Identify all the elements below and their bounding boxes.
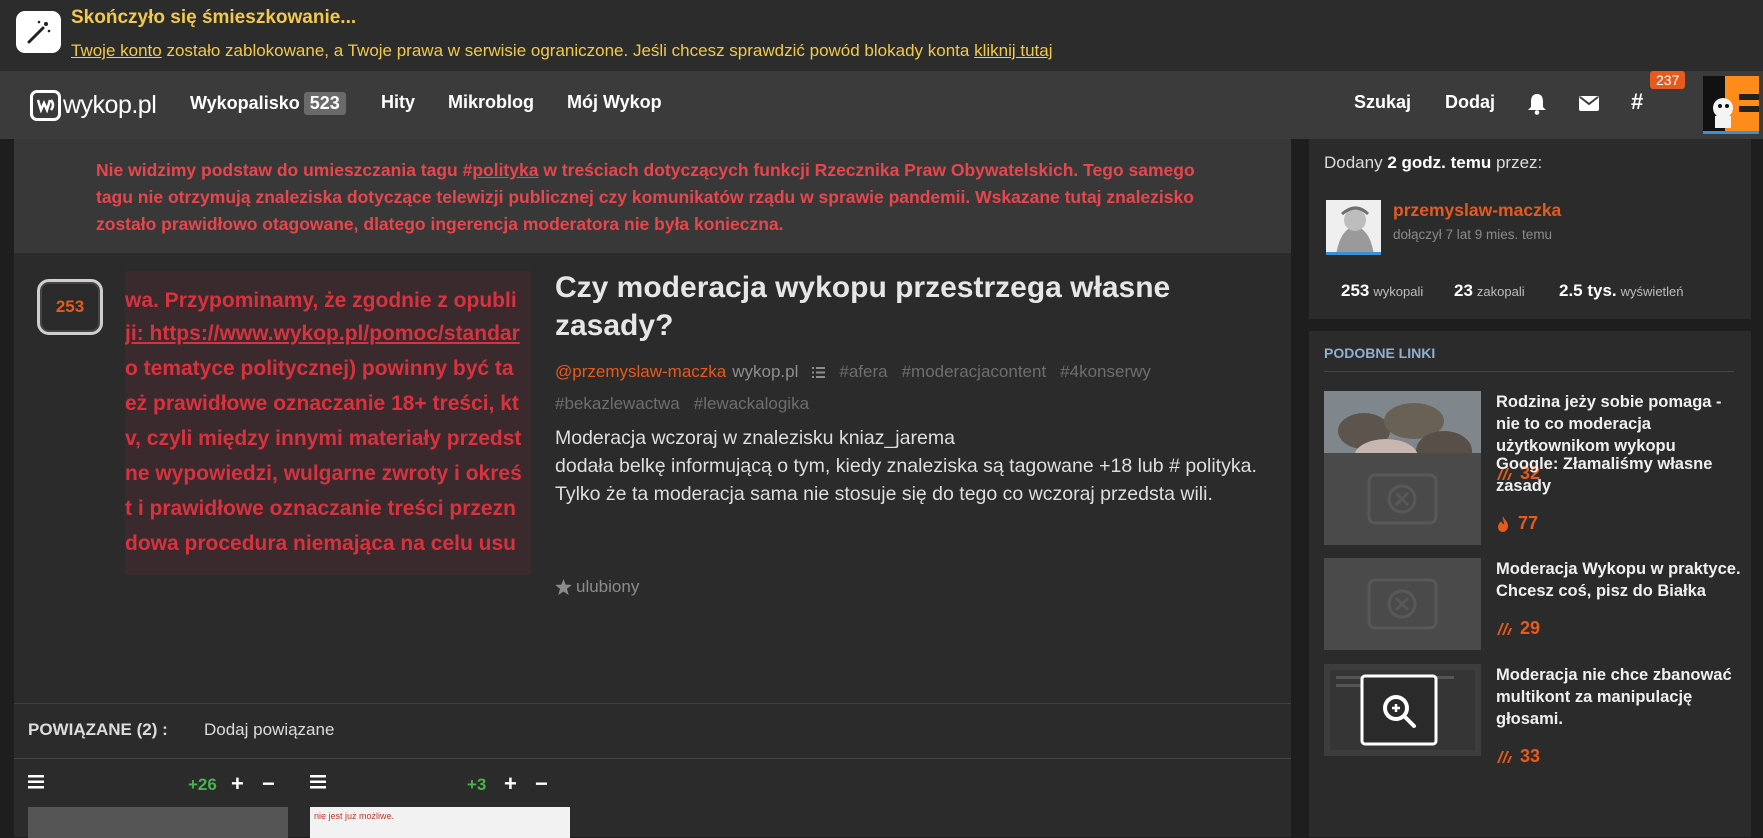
similar-item[interactable]: Moderacja Wykopu w praktyce. Chcesz coś,… [1324,558,1744,668]
article-description: Moderacja wczoraj w znalezisku kniaz_jar… [555,427,1257,505]
author-avatar[interactable] [1326,200,1381,255]
site-logo[interactable]: wykop.pl [30,89,157,121]
bell-icon[interactable] [1527,93,1547,120]
thumbnail-line: o tematyce politycznej) powinny być ta [125,357,514,380]
polityka-tag-link[interactable]: polityka [472,160,538,180]
similar-title[interactable]: Moderacja nie chce zbanować multikont za… [1496,664,1746,730]
nav-moj-wykop[interactable]: Mój Wykop [567,92,662,113]
author-username[interactable]: przemyslaw-maczka [1393,200,1561,221]
stat-zakopali: 23 zakopali [1454,281,1525,300]
nav-wykopalisko[interactable]: Wykopalisko 523 [190,92,346,115]
thumbnail-line: ji: https://www.wykop.pl/pomoc/standar [125,322,520,345]
vote-up-button[interactable]: + [504,771,517,797]
thumbnail-line: eż prawidłowe oznaczanie 18+ treści, kt [125,392,519,415]
wykop-icon [1497,622,1512,635]
add-button[interactable]: Dodaj [1445,92,1495,113]
click-here-link[interactable]: kliknij tutaj [974,41,1052,60]
similar-thumbnail-placeholder[interactable] [1324,558,1481,650]
sidebar-info: Dodany 2 godz. temu przez: przemyslaw-ma… [1309,139,1751,319]
related-header: POWIĄZANE (2) : Dodaj powiązane [14,703,1291,758]
thumbnail-line: wa. Przypominamy, że zgodnie z opubli [125,289,517,312]
tag-link[interactable]: #lewackalogika [694,394,809,413]
thumbnail-line: dowa procedura niemająca na celu usu [125,532,516,555]
related-thumbnail[interactable] [28,807,288,838]
tag-link[interactable]: #afera [839,362,887,381]
author-joined: dołączył 7 lat 9 mies. temu [1393,227,1553,242]
similar-thumbnail-placeholder[interactable] [1324,453,1481,545]
banner-title: Skończyło się śmieszkowanie... [71,7,357,28]
added-info: Dodany 2 godz. temu przez: [1324,153,1543,172]
star-icon [555,579,572,595]
vote-down-button[interactable]: − [262,771,275,797]
logo-text: wykop.pl [63,90,157,119]
similar-title[interactable]: Rodzina jeży sobie pomaga - nie to co mo… [1496,391,1746,457]
magic-wand-icon [16,11,61,53]
related-snippet: nie jest już możliwe. [314,811,395,821]
tag-link[interactable]: #bekazlewactwa [555,394,680,413]
notification-badge-wrapper: 237 [1650,71,1686,89]
vote-up-button[interactable]: + [231,771,244,797]
wykop-icon [1497,750,1512,763]
stat-wykopali: 253 wykopali [1341,281,1424,300]
tag-link[interactable]: #4konserwy [1060,362,1151,381]
thumbnail-line: v, czyli między innymi materiały przedst [125,427,522,450]
similar-heading: PODOBNE LINKI [1324,345,1734,372]
similar-score: 77 [1496,513,1538,534]
similar-score: 29 [1496,618,1540,639]
mail-icon[interactable] [1579,96,1599,116]
domain-link[interactable]: wykop.pl [732,362,798,381]
list-icon[interactable] [812,357,826,388]
similar-thumbnail[interactable] [1324,664,1481,756]
add-related-link[interactable]: Dodaj powiązane [204,720,334,740]
related-thumbnail[interactable]: nie jest już możliwe. [310,807,570,838]
related-title: POWIĄZANE (2) : [28,720,168,739]
account-link[interactable]: Twoje konto [71,41,162,60]
related-score: +3 [467,775,487,794]
nav-mikroblog[interactable]: Mikroblog [448,92,534,113]
similar-title[interactable]: Google: Złamaliśmy własne zasady [1496,453,1746,497]
similar-item[interactable]: Moderacja nie chce zbanować multikont za… [1324,664,1744,774]
nav-hity[interactable]: Hity [381,92,415,113]
article-thumbnail[interactable]: wa. Przypominamy, że zgodnie z opubli ji… [125,271,531,575]
thumbnail-line: t i prawidłowe oznaczanie treści przezn [125,497,516,520]
wykopalisko-count-badge: 523 [303,92,346,115]
user-avatar[interactable] [1703,76,1759,134]
similar-item[interactable]: Google: Złamaliśmy własne zasady 77 [1324,453,1744,563]
related-score: +26 [188,775,217,794]
article-title[interactable]: Czy moderacja wykopu przestrzega własne … [555,269,1255,345]
menu-icon[interactable] [28,775,44,794]
similar-score: 33 [1496,746,1540,767]
hot-icon [1498,515,1508,532]
related-list: +26 + − +3 + − nie jest już możliwe. [14,758,1291,838]
thumbnail-line: ne wypowiedzi, wulgarne zwroty i okreś [125,462,522,485]
stat-views: 2.5 tys. wyświetleń [1559,281,1684,300]
author-link[interactable]: @przemyslaw-maczka [555,362,726,381]
banner-text: Twoje konto zostało zablokowane, a Twoje… [71,41,1053,60]
hashtag-button[interactable]: # [1631,89,1643,115]
ban-banner: Skończyło się śmieszkowanie... Twoje kon… [0,0,1763,71]
logo-icon [30,89,61,121]
moderation-note: Nie widzimy podstaw do umieszczania tagu… [14,139,1291,253]
article-meta: @przemyslaw-maczka wykop.pl #afera #moderac… [555,356,1275,419]
search-button[interactable]: Szukaj [1354,92,1411,113]
vote-box[interactable]: 253 [37,279,103,335]
top-navigation: wykop.pl Wykopalisko 523 Hity Mikroblog M… [0,71,1763,139]
menu-icon[interactable] [310,775,326,794]
favorite-button[interactable]: ulubiony [555,577,639,597]
related-card[interactable]: +3 + − nie jest już możliwe. [296,759,586,838]
vote-down-button[interactable]: − [535,771,548,797]
similar-title[interactable]: Moderacja Wykopu w praktyce. Chcesz coś,… [1496,558,1746,602]
article-card: 253 wa. Przypominamy, że zgodnie z opubl… [14,253,1291,703]
related-card[interactable]: +26 + − [14,759,304,838]
tag-link[interactable]: #moderacjacontent [902,362,1047,381]
moderation-note-text: Nie widzimy podstaw do umieszczania tagu… [96,160,1195,234]
